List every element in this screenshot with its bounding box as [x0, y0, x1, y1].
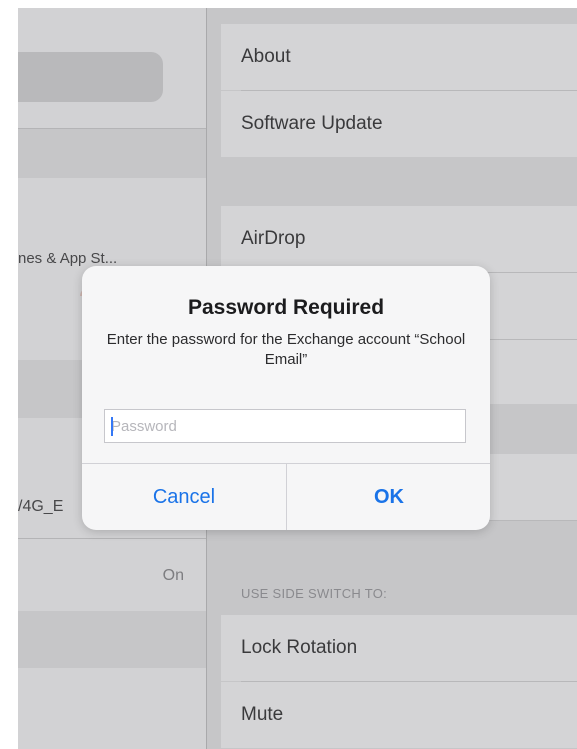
- software-update-cell[interactable]: Software Update: [221, 91, 577, 157]
- text-cursor: [111, 417, 113, 436]
- mute-cell[interactable]: Mute: [221, 682, 577, 748]
- password-input[interactable]: [104, 409, 466, 443]
- sidebar-item-bottom[interactable]: [18, 668, 206, 749]
- airdrop-label: AirDrop: [241, 228, 306, 249]
- about-label: About: [241, 46, 291, 67]
- about-cell[interactable]: About: [221, 24, 577, 90]
- sidebar-item-toggle-value: On: [162, 567, 184, 584]
- alert-title: Password Required: [187, 296, 385, 319]
- side-switch-section-header: USE SIDE SWITCH TO:: [241, 586, 388, 601]
- search-field[interactable]: [18, 52, 163, 102]
- alert-message: Enter the password for the Exchange acco…: [106, 331, 466, 368]
- mute-label: Mute: [241, 704, 284, 725]
- lock-rotation-label: Lock Rotation: [241, 637, 358, 658]
- lock-rotation-cell[interactable]: Lock Rotation: [221, 615, 577, 681]
- sidebar-item-itunes-label: nes & App St...: [18, 250, 118, 267]
- cancel-button[interactable]: Cancel: [82, 464, 286, 530]
- sidebar-divider: [18, 128, 206, 129]
- software-update-label: Software Update: [241, 113, 383, 134]
- sidebar-item-toggle-row[interactable]: On: [18, 539, 206, 611]
- ok-button[interactable]: OK: [287, 464, 490, 530]
- sidebar-item-network-label: /4G_E: [18, 498, 64, 515]
- password-required-alert: Password Required Enter the password for…: [82, 266, 490, 530]
- airdrop-cell[interactable]: AirDrop: [221, 206, 577, 272]
